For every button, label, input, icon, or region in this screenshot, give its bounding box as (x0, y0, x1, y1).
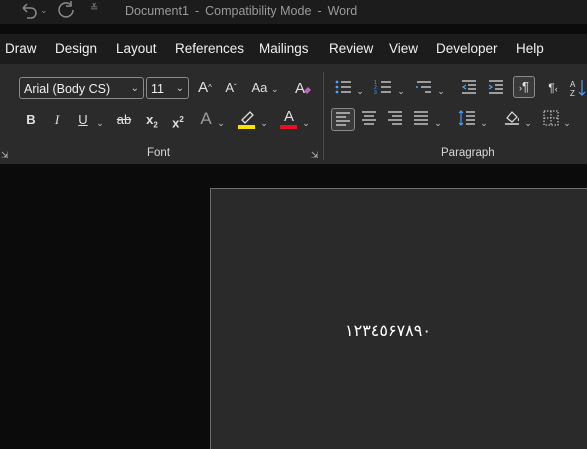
align-center-button[interactable] (359, 109, 379, 133)
chevron-down-icon[interactable]: ⌄ (479, 112, 489, 133)
undo-icon[interactable] (18, 0, 40, 25)
ltr-direction-button[interactable]: ›¶ (513, 76, 535, 98)
chevron-down-icon: ⌄ (270, 84, 279, 94)
subscript-button[interactable]: x2 (142, 110, 162, 136)
tab-layout[interactable]: Layout (116, 41, 157, 56)
tab-developer[interactable]: Developer (436, 41, 498, 56)
doc-name: Document1 (125, 4, 189, 18)
app-name: Word (327, 4, 358, 18)
line-spacing-icon[interactable] (457, 109, 477, 133)
chevron-down-icon[interactable]: ⌄ (523, 112, 533, 133)
justify-button[interactable] (411, 109, 431, 133)
tab-mailings[interactable]: Mailings (259, 41, 309, 56)
decrease-indent-icon[interactable] (459, 78, 479, 102)
group-separator (323, 72, 324, 160)
customize-qat-icon[interactable]: ≚ (90, 3, 98, 14)
underline-button[interactable]: U (74, 110, 92, 130)
change-case-button[interactable]: Aa ⌄ (248, 78, 282, 99)
chevron-down-icon: ⌄ (175, 83, 184, 94)
clear-formatting-icon[interactable]: A (292, 78, 314, 104)
chevron-down-icon[interactable]: ⌄ (436, 80, 446, 101)
grow-font-icon[interactable]: A^ (194, 78, 216, 98)
tab-references[interactable]: References (175, 41, 244, 56)
bold-button[interactable]: B (22, 110, 40, 130)
document-text[interactable]: ١٢٣٤٥۶٧٨٩٠ (345, 321, 431, 340)
svg-text:A: A (570, 80, 576, 89)
compat-mode: Compatibility Mode (205, 4, 312, 18)
chevron-down-icon[interactable]: ⌄ (355, 80, 365, 101)
borders-icon[interactable] (541, 109, 561, 133)
chevron-down-icon[interactable]: ⌄ (562, 112, 572, 133)
increase-indent-icon[interactable] (486, 78, 506, 102)
highlight-color-swatch (238, 125, 255, 129)
svg-text:A: A (295, 80, 305, 97)
window-title: Document1- Compatibility Mode - Word (125, 4, 358, 18)
arrow-left-icon: ‹ (554, 84, 558, 94)
shrink-font-icon[interactable]: Aˇ (220, 78, 242, 98)
font-color-button[interactable]: A (280, 107, 298, 127)
chevron-down-icon[interactable]: ⌄ (433, 112, 443, 133)
paragraph-group-label: Paragraph (441, 147, 495, 159)
align-left-button[interactable] (331, 108, 355, 131)
italic-button[interactable]: I (48, 110, 66, 130)
tab-design[interactable]: Design (55, 41, 97, 56)
svg-text:Z: Z (570, 89, 575, 98)
tab-help[interactable]: Help (516, 41, 544, 56)
ribbon-tabs: Draw Design Layout References Mailings R… (0, 34, 587, 64)
font-dialog-launcher-icon[interactable]: ⇲ (311, 150, 319, 161)
sort-icon[interactable]: AZ (570, 78, 587, 104)
shading-icon[interactable] (502, 108, 522, 132)
text-effects-button[interactable]: A (197, 109, 215, 129)
chevron-down-icon: ⌄ (130, 83, 139, 94)
font-size-box[interactable]: 11 ⌄ (146, 77, 189, 99)
superscript-button[interactable]: x2 (168, 110, 188, 133)
bullets-icon[interactable] (333, 78, 353, 102)
svg-text:3: 3 (374, 90, 377, 96)
chevron-down-icon[interactable]: ⌄ (95, 112, 105, 133)
title-bar: ⌄ ≚ Document1- Compatibility Mode - Word (0, 0, 587, 24)
font-group-label: Font (147, 147, 171, 159)
align-right-button[interactable] (385, 109, 405, 133)
chevron-down-icon[interactable]: ⌄ (216, 112, 226, 133)
multilevel-list-icon[interactable] (414, 78, 434, 102)
font-name-box[interactable]: Arial (Body CS) ⌄ (19, 77, 144, 99)
font-color-swatch (280, 125, 297, 129)
redo-icon[interactable] (55, 0, 77, 25)
numbering-icon[interactable]: 123 (373, 78, 393, 102)
undo-dropdown-icon[interactable]: ⌄ (40, 5, 48, 16)
tab-review[interactable]: Review (329, 41, 373, 56)
document-page[interactable] (210, 188, 587, 449)
tab-draw[interactable]: Draw (5, 41, 37, 56)
chevron-down-icon[interactable]: ⌄ (396, 80, 406, 101)
chevron-down-icon[interactable]: ⌄ (259, 112, 269, 133)
dialog-launcher-icon[interactable]: ⇲ (1, 150, 9, 161)
rtl-direction-button[interactable]: ¶‹ (542, 78, 564, 99)
strikethrough-button[interactable]: ab (113, 110, 135, 130)
tab-view[interactable]: View (389, 41, 418, 56)
chevron-down-icon[interactable]: ⌄ (301, 112, 311, 133)
